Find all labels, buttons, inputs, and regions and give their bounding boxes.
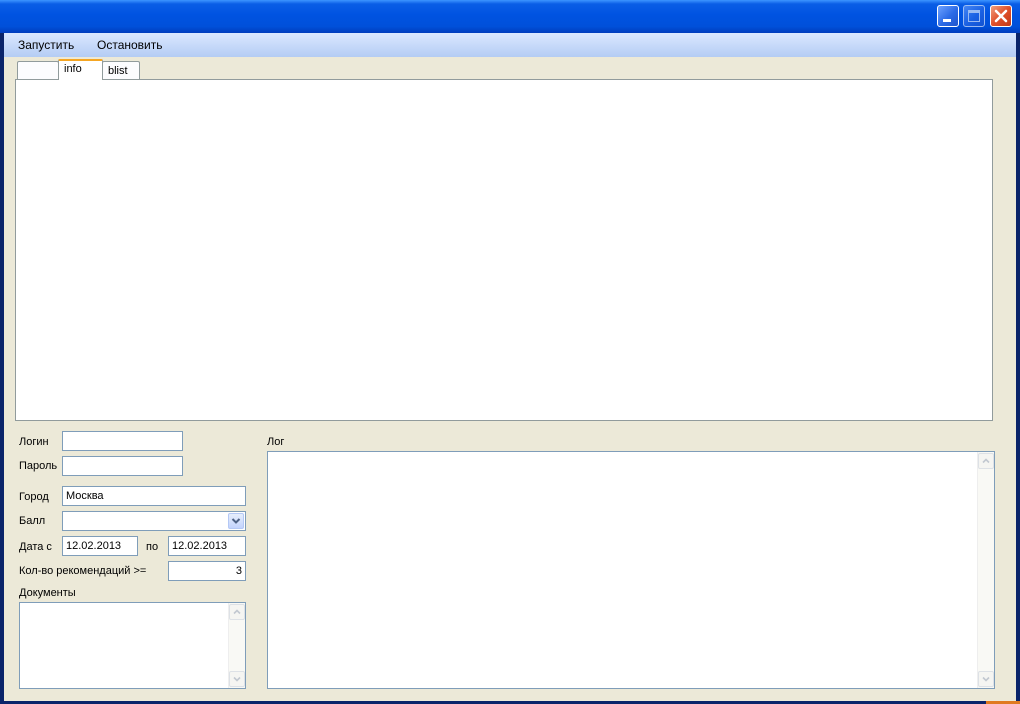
date-to-label: по [146, 541, 159, 553]
date-from-label: Дата с [19, 541, 52, 553]
date-to-input[interactable] [168, 536, 246, 556]
app-window: Запустить Остановить info blist Логин Па… [0, 0, 1020, 704]
chevron-down-icon [231, 518, 241, 524]
menu-item-stop[interactable]: Остановить [97, 38, 163, 52]
score-select[interactable] [62, 511, 246, 531]
log-label: Лог [267, 436, 285, 448]
menu-item-start[interactable]: Запустить [18, 38, 74, 52]
score-label: Балл [19, 515, 46, 527]
log-scroll-up-button[interactable] [978, 453, 994, 469]
tab-blist[interactable]: blist [102, 61, 140, 80]
city-input[interactable] [62, 486, 246, 506]
close-icon [994, 9, 1008, 23]
password-input[interactable] [62, 456, 183, 476]
city-label: Город [19, 491, 49, 503]
log-scroll-down-button[interactable] [978, 671, 994, 687]
log-textarea[interactable] [267, 451, 995, 689]
tab-info[interactable]: info [58, 59, 103, 80]
scroll-up-icon [233, 609, 241, 615]
documents-textarea[interactable] [19, 602, 246, 689]
recommendations-label: Кол-во рекомендаций >= [19, 565, 147, 577]
date-from-input[interactable] [62, 536, 138, 556]
maximize-icon [968, 10, 980, 22]
documents-scroll-down-button[interactable] [229, 671, 245, 687]
documents-label: Документы [19, 587, 76, 599]
minimize-button[interactable] [937, 5, 959, 27]
title-bar[interactable] [0, 0, 1020, 33]
recommendations-input[interactable] [168, 561, 246, 581]
scroll-down-icon [233, 676, 241, 682]
tab-blank[interactable] [17, 61, 59, 80]
login-label: Логин [19, 436, 49, 448]
close-button[interactable] [990, 5, 1012, 27]
client-area: Запустить Остановить info blist Логин Па… [4, 33, 1016, 701]
score-dropdown-button[interactable] [228, 513, 244, 529]
log-scrollbar[interactable] [977, 452, 994, 688]
scroll-up-icon [982, 458, 990, 464]
password-label: Пароль [19, 460, 58, 472]
tab-page-info [15, 79, 993, 421]
login-input[interactable] [62, 431, 183, 451]
minimize-icon [943, 19, 951, 22]
menu-bar: Запустить Остановить [4, 33, 1016, 57]
maximize-button[interactable] [963, 5, 985, 27]
documents-scroll-up-button[interactable] [229, 604, 245, 620]
documents-scrollbar[interactable] [228, 603, 245, 688]
scroll-down-icon [982, 676, 990, 682]
